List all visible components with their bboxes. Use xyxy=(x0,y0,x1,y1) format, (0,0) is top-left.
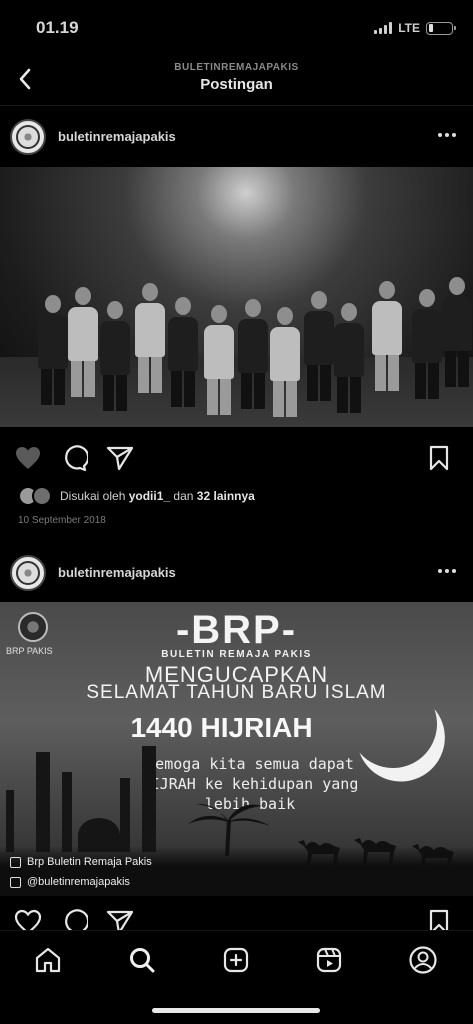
home-indicator xyxy=(152,1008,320,1013)
tab-profile[interactable] xyxy=(406,943,440,977)
signal-icon xyxy=(374,22,393,34)
network-label: LTE xyxy=(398,21,420,35)
header-titles: BULETINREMAJAPAKIS Postingan xyxy=(0,62,473,93)
tab-search[interactable] xyxy=(125,943,159,977)
avatar[interactable] xyxy=(10,555,46,591)
status-indicators: LTE xyxy=(374,21,456,35)
more-options-button[interactable] xyxy=(435,561,459,581)
avatar[interactable] xyxy=(10,119,46,155)
bookmark-icon xyxy=(429,445,449,471)
share-button[interactable] xyxy=(104,906,136,930)
comment-icon xyxy=(65,445,88,472)
facebook-icon xyxy=(10,856,21,868)
post-image-group-photo[interactable] xyxy=(0,167,473,427)
instagram-icon xyxy=(10,876,21,888)
share-button[interactable] xyxy=(104,442,136,474)
liker-avatar xyxy=(32,486,52,506)
likes-text: Disukai oleh yodii1_ dan 32 lainnya xyxy=(60,489,255,503)
tab-add-post[interactable] xyxy=(219,943,253,977)
status-time: 01.19 xyxy=(36,18,79,37)
post-actions xyxy=(0,900,473,930)
save-button[interactable] xyxy=(423,906,455,930)
post-actions xyxy=(0,436,473,480)
post-username[interactable]: buletinremajapakis xyxy=(58,129,176,144)
brand-title: -BRP- xyxy=(175,608,298,652)
bookmark-icon xyxy=(429,909,449,930)
header-account-name: BULETINREMAJAPAKIS xyxy=(174,62,299,73)
mosque-silhouette xyxy=(0,732,170,852)
heart-icon xyxy=(14,909,42,930)
comment-button[interactable] xyxy=(58,442,90,474)
comment-icon xyxy=(65,909,88,930)
like-button[interactable] xyxy=(12,442,44,474)
tab-home[interactable] xyxy=(31,943,65,977)
heart-icon xyxy=(16,447,40,469)
comment-button[interactable] xyxy=(58,906,90,930)
post-username[interactable]: buletinremajapakis xyxy=(58,565,176,580)
profile-icon xyxy=(409,946,437,974)
battery-icon xyxy=(426,21,456,35)
nav-header: BULETINREMAJAPAKIS Postingan xyxy=(0,56,473,106)
page-title: Postingan xyxy=(200,76,273,93)
add-post-icon xyxy=(223,947,249,973)
brand-subtitle: BULETIN REMAJA PAKIS xyxy=(161,649,312,660)
send-icon xyxy=(106,910,134,930)
post-date: 10 September 2018 xyxy=(18,515,106,526)
reels-icon xyxy=(316,947,342,973)
post-header: buletinremajapakis xyxy=(0,109,473,165)
tab-reels[interactable] xyxy=(312,943,346,977)
like-button[interactable] xyxy=(12,906,44,930)
home-icon xyxy=(35,947,61,973)
save-button[interactable] xyxy=(423,442,455,474)
instagram-line: @buletinremajapakis xyxy=(10,876,130,888)
post-header: buletinremajapakis xyxy=(0,545,473,601)
facebook-line: Brp Buletin Remaja Pakis xyxy=(10,856,152,868)
search-icon xyxy=(130,948,155,973)
post-image-greeting[interactable]: BRP PAKIS -BRP- BULETIN REMAJA PAKIS MEN… xyxy=(0,602,473,896)
more-options-button[interactable] xyxy=(435,125,459,145)
status-bar: 01.19 LTE xyxy=(0,0,473,56)
send-icon xyxy=(106,446,134,471)
likes-row[interactable]: Disukai oleh yodii1_ dan 32 lainnya xyxy=(18,484,255,508)
